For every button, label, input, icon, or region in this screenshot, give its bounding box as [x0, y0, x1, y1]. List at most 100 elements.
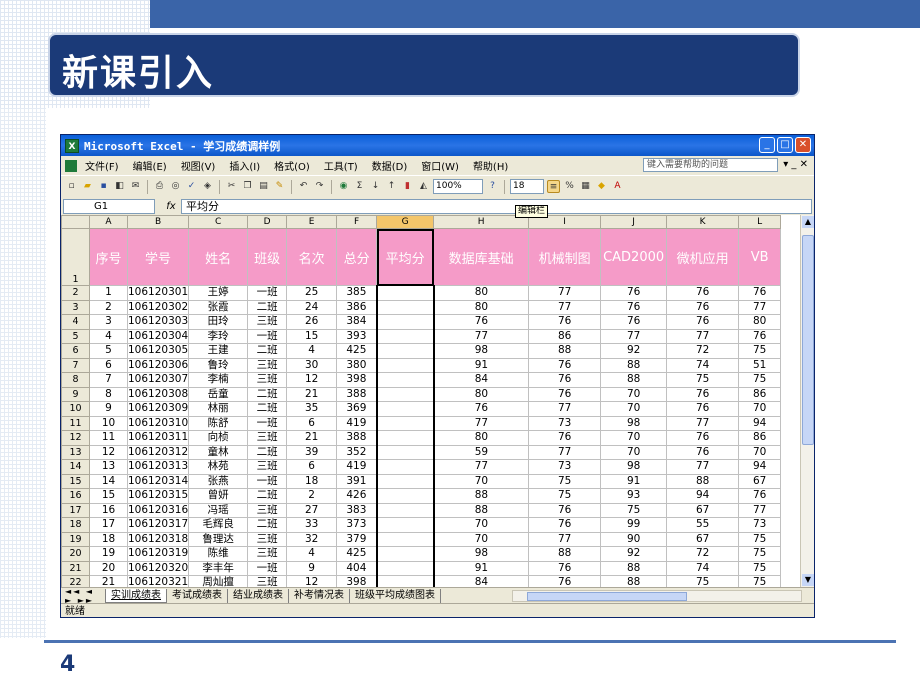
- table-cell[interactable]: 383: [336, 502, 378, 518]
- table-cell[interactable]: 80: [433, 430, 530, 446]
- selected-column-cell[interactable]: [375, 546, 435, 562]
- table-cell[interactable]: 106120302: [126, 299, 190, 315]
- maximize-button[interactable]: □: [777, 137, 793, 153]
- header-cell[interactable]: 名次: [286, 228, 338, 286]
- formula-input[interactable]: 平均分: [181, 198, 812, 214]
- table-cell[interactable]: 393: [336, 328, 378, 344]
- table-cell[interactable]: 84: [433, 575, 530, 587]
- table-cell[interactable]: 75: [738, 372, 782, 388]
- workbook-icon[interactable]: [65, 159, 77, 172]
- row-header[interactable]: 3: [61, 299, 90, 315]
- table-cell[interactable]: 4: [286, 343, 338, 359]
- format-painter-icon[interactable]: ✎: [273, 180, 286, 193]
- borders-icon[interactable]: ▦: [579, 180, 592, 193]
- table-cell[interactable]: 76: [528, 372, 602, 388]
- font-color-icon[interactable]: A: [611, 180, 624, 193]
- table-cell[interactable]: 77: [528, 299, 602, 315]
- tab-final-scores[interactable]: 结业成绩表: [228, 588, 289, 603]
- row-header[interactable]: 20: [61, 546, 90, 562]
- header-cell[interactable]: 微机应用: [666, 228, 740, 286]
- row-header[interactable]: 10: [61, 401, 90, 417]
- table-cell[interactable]: 14: [89, 473, 128, 489]
- row-header[interactable]: 16: [61, 488, 90, 504]
- table-cell[interactable]: 李玲: [188, 328, 249, 344]
- table-cell[interactable]: 106120304: [126, 328, 190, 344]
- selected-column-cell[interactable]: [375, 357, 435, 373]
- table-cell[interactable]: 92: [600, 343, 668, 359]
- table-cell[interactable]: 一班: [247, 560, 288, 576]
- table-cell[interactable]: 毛辉良: [188, 517, 249, 533]
- selected-column-cell[interactable]: [375, 299, 435, 315]
- table-cell[interactable]: 419: [336, 415, 378, 431]
- table-cell[interactable]: 76: [528, 502, 602, 518]
- table-cell[interactable]: 76: [666, 444, 740, 460]
- table-cell[interactable]: 20: [89, 560, 128, 576]
- menu-window[interactable]: 窗口(W): [421, 158, 459, 173]
- table-cell[interactable]: 13: [89, 459, 128, 475]
- column-header[interactable]: E: [286, 215, 338, 229]
- selected-column-cell[interactable]: [375, 488, 435, 504]
- table-cell[interactable]: 二班: [247, 401, 288, 417]
- table-cell[interactable]: 72: [666, 343, 740, 359]
- table-cell[interactable]: 三班: [247, 372, 288, 388]
- header-cell[interactable]: 机械制图: [528, 228, 602, 286]
- active-cell[interactable]: 平均分: [376, 228, 435, 286]
- percent-style-icon[interactable]: %: [563, 180, 576, 193]
- table-cell[interactable]: 80: [433, 299, 530, 315]
- table-cell[interactable]: 88: [528, 343, 602, 359]
- copy-icon[interactable]: ❐: [241, 180, 254, 193]
- table-cell[interactable]: 一班: [247, 285, 288, 301]
- table-cell[interactable]: 74: [666, 560, 740, 576]
- row-header[interactable]: 2: [61, 285, 90, 301]
- table-cell[interactable]: 76: [666, 401, 740, 417]
- row-header[interactable]: 18: [61, 517, 90, 533]
- table-cell[interactable]: 88: [433, 502, 530, 518]
- column-header[interactable]: B: [126, 215, 190, 229]
- header-cell[interactable]: 姓名: [188, 228, 249, 286]
- table-cell[interactable]: 70: [600, 444, 668, 460]
- table-cell[interactable]: 67: [738, 473, 782, 489]
- table-cell[interactable]: 77: [666, 328, 740, 344]
- paste-icon[interactable]: ▤: [257, 180, 270, 193]
- table-cell[interactable]: 35: [286, 401, 338, 417]
- select-all-corner[interactable]: [61, 215, 90, 229]
- table-cell[interactable]: 77: [433, 328, 530, 344]
- table-cell[interactable]: 98: [433, 343, 530, 359]
- table-cell[interactable]: 17: [89, 517, 128, 533]
- table-cell[interactable]: 90: [600, 531, 668, 547]
- table-cell[interactable]: 75: [738, 546, 782, 562]
- zoom-select[interactable]: 100%: [433, 179, 483, 194]
- table-cell[interactable]: 98: [600, 459, 668, 475]
- table-cell[interactable]: 75: [528, 488, 602, 504]
- table-cell[interactable]: 张霞: [188, 299, 249, 315]
- table-cell[interactable]: 2: [286, 488, 338, 504]
- menu-tools[interactable]: 工具(T): [324, 158, 358, 173]
- table-cell[interactable]: 70: [738, 444, 782, 460]
- table-cell[interactable]: 73: [528, 459, 602, 475]
- table-cell[interactable]: 404: [336, 560, 378, 576]
- table-cell[interactable]: 98: [600, 415, 668, 431]
- table-cell[interactable]: 106120314: [126, 473, 190, 489]
- table-cell[interactable]: 91: [600, 473, 668, 489]
- spelling-icon[interactable]: ✓: [185, 180, 198, 193]
- row-header[interactable]: 22: [61, 575, 90, 587]
- selected-column-cell[interactable]: [375, 430, 435, 446]
- table-cell[interactable]: 106120310: [126, 415, 190, 431]
- table-cell[interactable]: 425: [336, 546, 378, 562]
- table-cell[interactable]: 30: [286, 357, 338, 373]
- table-cell[interactable]: 二班: [247, 444, 288, 460]
- hyperlink-icon[interactable]: ◉: [337, 180, 350, 193]
- row-header[interactable]: 11: [61, 415, 90, 431]
- close-button[interactable]: ✕: [795, 137, 811, 153]
- table-cell[interactable]: 向桢: [188, 430, 249, 446]
- table-cell[interactable]: 王建: [188, 343, 249, 359]
- table-cell[interactable]: 369: [336, 401, 378, 417]
- table-cell[interactable]: 106120321: [126, 575, 190, 587]
- table-cell[interactable]: 106120320: [126, 560, 190, 576]
- selected-column-cell[interactable]: [375, 502, 435, 518]
- table-cell[interactable]: 25: [286, 285, 338, 301]
- table-cell[interactable]: 385: [336, 285, 378, 301]
- row-header[interactable]: 5: [61, 328, 90, 344]
- table-cell[interactable]: 67: [666, 502, 740, 518]
- open-icon[interactable]: ▰: [81, 180, 94, 193]
